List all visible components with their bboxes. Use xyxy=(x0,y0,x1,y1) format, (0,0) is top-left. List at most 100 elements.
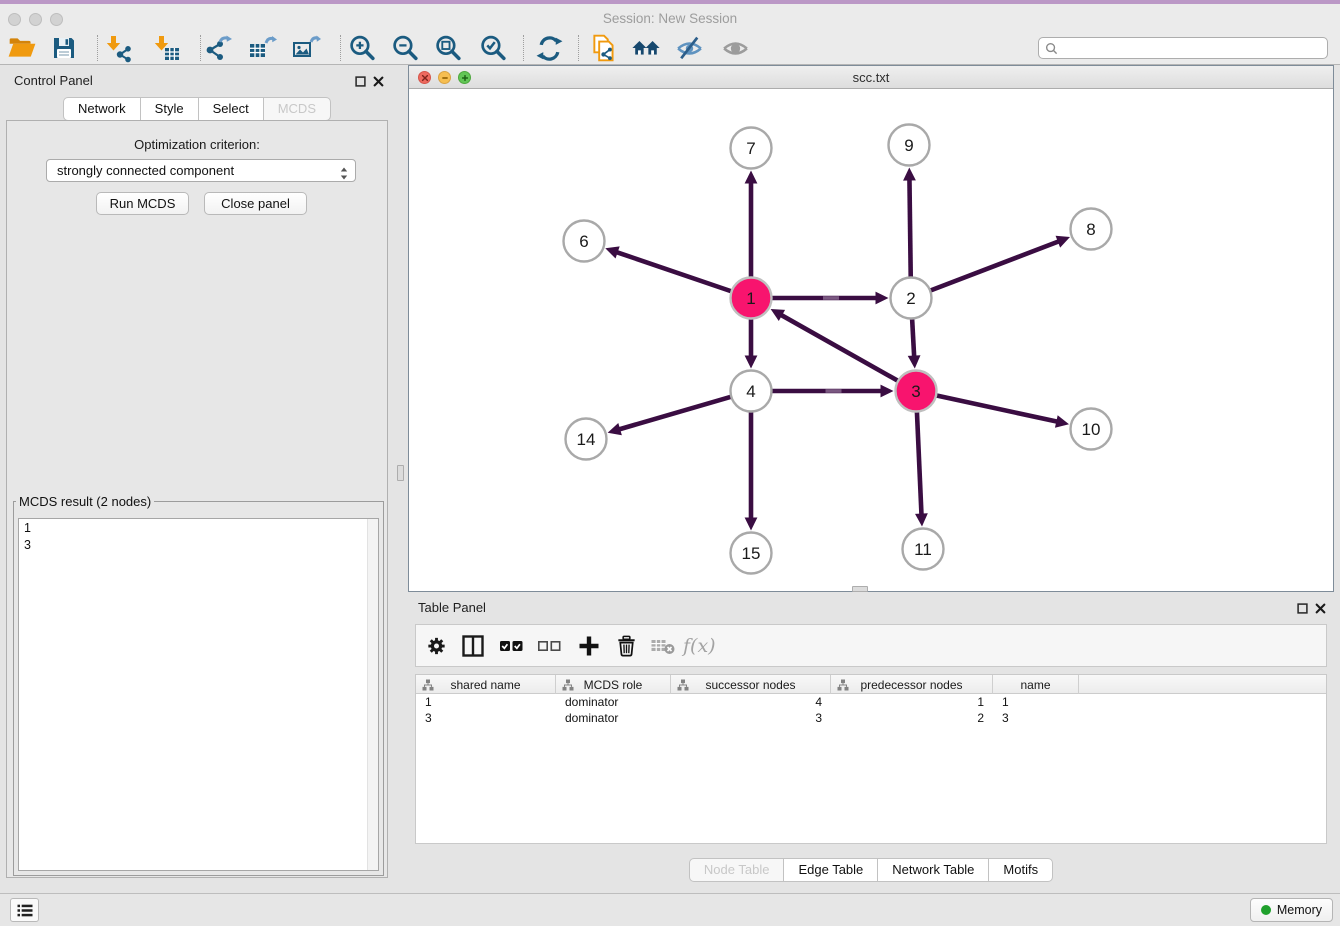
tab-network[interactable]: Network xyxy=(63,97,141,121)
tab-node-table[interactable]: Node Table xyxy=(689,858,785,882)
export-image-icon[interactable] xyxy=(291,33,321,63)
network-canvas[interactable]: 1 2 3 4 6 7 8 9 10 11 14 15 xyxy=(409,89,1333,591)
export-network-icon[interactable] xyxy=(203,33,233,63)
graph-edge-2-9[interactable] xyxy=(903,167,916,277)
delete-table-icon[interactable] xyxy=(650,635,676,657)
panel-splitter-horizontal[interactable] xyxy=(852,586,868,592)
tab-mcds[interactable]: MCDS xyxy=(263,97,331,121)
graph-edge-1-6[interactable] xyxy=(605,246,731,291)
open-session-icon[interactable] xyxy=(7,33,37,63)
hide-selected-icon[interactable] xyxy=(674,33,704,63)
apply-layout-icon[interactable] xyxy=(534,33,564,63)
graph-node-9[interactable]: 9 xyxy=(889,125,930,166)
table-cell[interactable]: dominator xyxy=(556,694,671,710)
import-table-icon[interactable] xyxy=(151,33,181,63)
graph-node-6[interactable]: 6 xyxy=(564,221,605,262)
tab-network-table[interactable]: Network Table xyxy=(877,858,989,882)
svg-text:14: 14 xyxy=(577,430,596,449)
graph-edge-1-4[interactable] xyxy=(745,319,758,369)
panel-splitter-vertical[interactable] xyxy=(397,465,404,481)
table-cell[interactable]: 1 xyxy=(831,694,993,710)
split-panel-icon[interactable] xyxy=(461,634,485,658)
float-panel-icon[interactable] xyxy=(355,74,366,92)
svg-text:3: 3 xyxy=(911,382,920,401)
table-row[interactable]: 1dominator411 xyxy=(416,694,1326,710)
tab-style[interactable]: Style xyxy=(140,97,199,121)
table-cell[interactable]: 3 xyxy=(416,710,556,726)
graph-edge-2-3[interactable] xyxy=(908,318,921,368)
column-header-shared-name[interactable]: shared name xyxy=(416,675,556,694)
close-table-panel-icon[interactable] xyxy=(1315,601,1326,619)
tab-motifs[interactable]: Motifs xyxy=(988,858,1053,882)
graph-node-3[interactable]: 3 xyxy=(896,371,937,412)
table-panel-title: Table Panel xyxy=(418,600,486,615)
toolbar-separator xyxy=(523,35,524,61)
graph-node-10[interactable]: 10 xyxy=(1071,409,1112,450)
duplicate-network-icon[interactable] xyxy=(589,33,619,63)
graph-edge-4-15[interactable] xyxy=(745,412,758,531)
search-input[interactable] xyxy=(1062,40,1321,56)
import-network-icon[interactable] xyxy=(103,33,133,63)
zoom-out-icon[interactable] xyxy=(390,33,420,63)
export-table-icon[interactable] xyxy=(247,33,277,63)
graph-node-8[interactable]: 8 xyxy=(1071,209,1112,250)
graph-edge-3-1[interactable] xyxy=(771,309,899,381)
table-cell[interactable]: 1 xyxy=(416,694,556,710)
criterion-dropdown[interactable]: strongly connected component xyxy=(46,159,356,182)
run-mcds-button[interactable]: Run MCDS xyxy=(96,192,189,215)
graph-node-15[interactable]: 15 xyxy=(731,533,772,574)
network-view-window: scc.txt 1234678910111415 xyxy=(408,65,1334,592)
first-neighbors-icon[interactable] xyxy=(631,33,661,63)
table-options-icon[interactable] xyxy=(425,634,448,657)
show-panels-button[interactable] xyxy=(10,898,39,922)
deselect-all-icon[interactable] xyxy=(537,635,563,657)
delete-column-icon[interactable] xyxy=(615,634,638,657)
column-header-predecessor-nodes[interactable]: predecessor nodes xyxy=(831,675,993,694)
graph-edge-1-7[interactable] xyxy=(745,171,758,278)
float-table-panel-icon[interactable] xyxy=(1297,601,1308,619)
zoom-fit-icon[interactable] xyxy=(433,33,463,63)
table-cell[interactable]: 3 xyxy=(671,710,831,726)
graph-edge-1-2[interactable] xyxy=(772,292,889,305)
graph-node-2[interactable]: 2 xyxy=(891,278,932,319)
column-header-successor-nodes[interactable]: successor nodes xyxy=(671,675,831,694)
column-header-mcds-role[interactable]: MCDS role xyxy=(556,675,671,694)
table-cell[interactable]: 2 xyxy=(831,710,993,726)
search-icon xyxy=(1045,42,1058,55)
graph-node-7[interactable]: 7 xyxy=(731,128,772,169)
svg-text:1: 1 xyxy=(746,289,755,308)
search-field[interactable] xyxy=(1038,37,1328,59)
tab-edge-table[interactable]: Edge Table xyxy=(783,858,878,882)
zoom-in-icon[interactable] xyxy=(347,33,377,63)
table-cell[interactable]: dominator xyxy=(556,710,671,726)
graph-node-11[interactable]: 11 xyxy=(903,529,944,570)
zoom-selected-icon[interactable] xyxy=(478,33,508,63)
graph-edge-3-10[interactable] xyxy=(936,395,1069,427)
graph-edge-4-3[interactable] xyxy=(772,385,894,398)
column-header-name[interactable]: name xyxy=(993,675,1079,694)
graph-node-1[interactable]: 1 xyxy=(731,278,772,319)
graph-node-14[interactable]: 14 xyxy=(566,419,607,460)
memory-button[interactable]: Memory xyxy=(1250,898,1333,922)
show-all-icon[interactable] xyxy=(720,33,750,63)
close-panel-button[interactable]: Close panel xyxy=(204,192,307,215)
function-builder-icon[interactable]: f(x) xyxy=(683,635,716,657)
graph-edge-3-11[interactable] xyxy=(915,411,928,526)
save-session-icon[interactable] xyxy=(49,33,79,63)
tab-select[interactable]: Select xyxy=(198,97,264,121)
graph-node-4[interactable]: 4 xyxy=(731,371,772,412)
add-column-icon[interactable] xyxy=(577,634,601,658)
memory-status-icon xyxy=(1261,905,1271,915)
graph-edge-4-14[interactable] xyxy=(608,397,732,436)
session-title: Session: New Session xyxy=(0,11,1340,26)
graph-edge-2-8[interactable] xyxy=(930,236,1070,291)
mcds-result-area[interactable]: 1 3 xyxy=(18,518,379,871)
table-row[interactable]: 3dominator323 xyxy=(416,710,1326,726)
table-cell[interactable]: 4 xyxy=(671,694,831,710)
select-all-icon[interactable] xyxy=(499,635,525,657)
svg-text:10: 10 xyxy=(1082,420,1101,439)
table-cell[interactable]: 1 xyxy=(993,694,1079,710)
close-panel-icon[interactable] xyxy=(373,74,384,92)
table-cell[interactable]: 3 xyxy=(993,710,1079,726)
scrollbar[interactable] xyxy=(367,519,378,870)
